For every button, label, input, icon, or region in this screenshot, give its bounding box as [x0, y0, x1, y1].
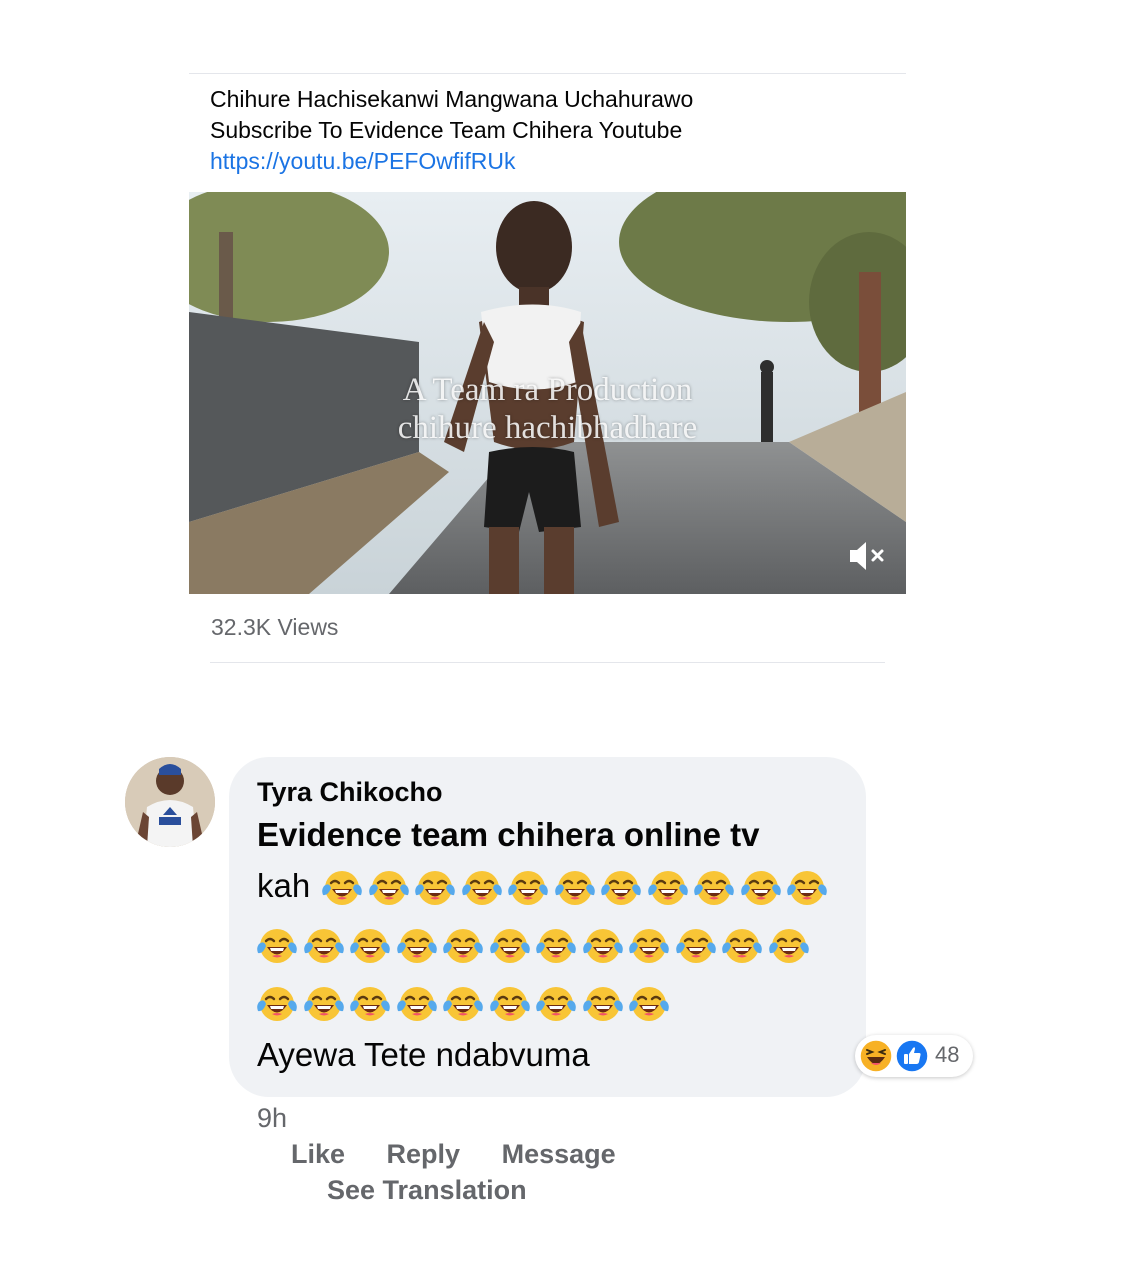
comment-last-line: Ayewa Tete ndabvuma [257, 1036, 590, 1073]
post-text-line-1: Chihure Hachisekanwi Mangwana Uchahurawo [210, 86, 694, 112]
like-button[interactable]: Like [291, 1139, 345, 1169]
post-text-line-2: Subscribe To Evidence Team Chihera Youtu… [210, 117, 683, 143]
emoji-row-2 [257, 915, 857, 973]
emoji-group [257, 980, 676, 1024]
face-with-tears-of-joy-icon [554, 871, 595, 906]
face-with-tears-of-joy-icon [629, 987, 669, 1022]
see-translation-button[interactable]: See Translation [327, 1175, 527, 1206]
comment-line-bold: Evidence team chihera online tv [257, 816, 760, 853]
face-with-tears-of-joy-icon [443, 929, 483, 964]
face-with-tears-of-joy-icon [396, 929, 437, 964]
face-with-tears-of-joy-icon [675, 929, 716, 964]
face-with-tears-of-joy-icon [322, 871, 363, 906]
face-with-tears-of-joy-icon [740, 871, 781, 906]
comment-body: Evidence team chihera online tv kah Ayew… [257, 813, 857, 1077]
face-with-tears-of-joy-icon [303, 929, 344, 964]
face-with-tears-of-joy-icon [768, 929, 809, 964]
face-with-tears-of-joy-icon [443, 987, 483, 1022]
face-with-tears-of-joy-icon [787, 871, 828, 906]
like-icon [895, 1039, 929, 1073]
avatar-image [125, 757, 215, 847]
face-with-tears-of-joy-icon [303, 987, 344, 1022]
video-caption-line-2: chihure hachibhadhare [397, 410, 698, 446]
face-with-tears-of-joy-icon [508, 871, 549, 906]
haha-icon [859, 1039, 893, 1073]
face-with-tears-of-joy-icon [257, 929, 297, 964]
face-with-tears-of-joy-icon [368, 871, 409, 906]
emoji-group [322, 864, 834, 908]
reaction-count: 48 [935, 1042, 960, 1067]
comment-timestamp[interactable]: 9h [257, 1103, 287, 1134]
message-button[interactable]: Message [502, 1139, 616, 1169]
face-with-tears-of-joy-icon [629, 929, 669, 964]
face-with-tears-of-joy-icon [350, 929, 390, 964]
face-with-tears-of-joy-icon [257, 987, 297, 1022]
comment-prefix: kah [257, 867, 311, 904]
face-with-tears-of-joy-icon [536, 987, 576, 1022]
face-with-tears-of-joy-icon [489, 929, 530, 964]
face-with-tears-of-joy-icon [582, 987, 623, 1022]
comment-author[interactable]: Tyra Chikocho [257, 777, 443, 808]
post-link[interactable]: https://youtu.be/PEFOwfifRUk [210, 146, 900, 177]
face-with-tears-of-joy-icon [461, 871, 502, 906]
face-with-tears-of-joy-icon [601, 871, 642, 906]
speaker-muted-icon [850, 542, 884, 570]
view-count: 32.3K Views [211, 614, 339, 640]
mute-toggle[interactable] [846, 538, 890, 574]
face-with-tears-of-joy-icon [582, 929, 623, 964]
face-with-tears-of-joy-icon [396, 987, 437, 1022]
face-with-tears-of-joy-icon [350, 987, 390, 1022]
reply-button[interactable]: Reply [387, 1139, 461, 1169]
face-with-tears-of-joy-icon [694, 871, 735, 906]
post-bottom-divider [210, 662, 885, 663]
post-text: Chihure Hachisekanwi Mangwana Uchahurawo… [210, 84, 900, 177]
comment-actions: Like Reply Message [291, 1139, 650, 1170]
video-player[interactable]: A Team ra Production chihure hachibhadha… [189, 192, 906, 594]
face-with-tears-of-joy-icon [415, 871, 456, 906]
face-with-tears-of-joy-icon [722, 929, 762, 964]
face-with-tears-of-joy-icon [647, 871, 688, 906]
emoji-row-3 [257, 973, 857, 1031]
video-caption-line-1: A Team ra Production [402, 372, 693, 408]
emoji-group [257, 922, 815, 966]
emoji-row-1: kah [257, 857, 857, 915]
comment-bubble: Tyra Chikocho Evidence team chihera onli… [229, 757, 866, 1097]
avatar[interactable] [125, 757, 215, 847]
reaction-summary[interactable]: 48 [855, 1035, 973, 1077]
post-top-divider [189, 73, 906, 74]
face-with-tears-of-joy-icon [489, 987, 530, 1022]
face-with-tears-of-joy-icon [536, 929, 576, 964]
